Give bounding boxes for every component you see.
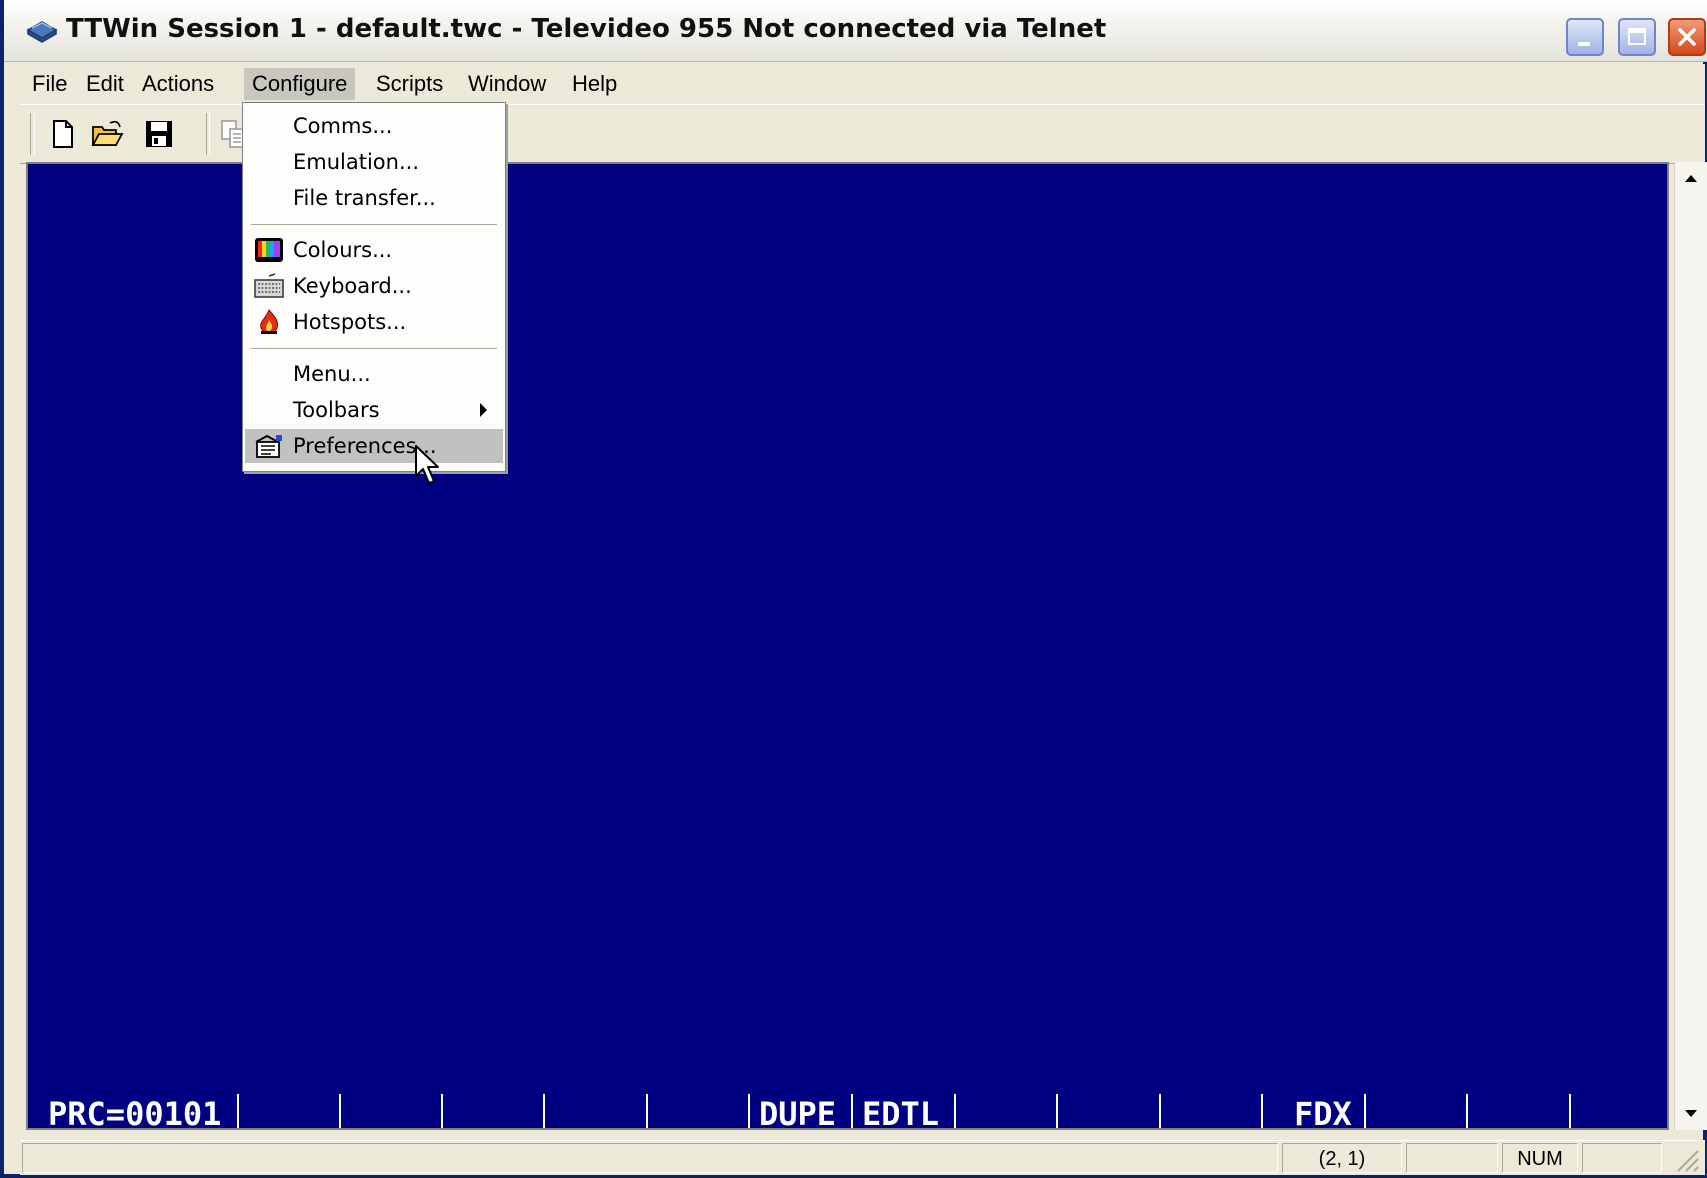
status-bar: (2, 1) NUM [20, 1140, 1705, 1175]
window-title: TTWin Session 1 - default.twc - Televide… [66, 14, 1107, 44]
open-folder-icon[interactable] [90, 117, 124, 151]
terminal-field-separator [748, 1094, 750, 1128]
terminal-field-separator [1364, 1094, 1366, 1128]
scroll-up-icon[interactable] [1675, 164, 1707, 194]
application-window: TTWin Session 1 - default.twc - Televide… [0, 0, 1707, 1178]
toolbar-separator [206, 113, 210, 155]
terminal-dupe-field: DUPE [759, 1095, 837, 1133]
keyboard-icon [254, 273, 284, 298]
mouse-pointer-icon [415, 445, 439, 484]
menu-separator [251, 224, 497, 226]
hotspots-icon [260, 309, 278, 334]
menu-item-toolbars[interactable]: Toolbars [245, 393, 503, 427]
title-bar[interactable]: TTWin Session 1 - default.twc - Televide… [4, 0, 1707, 62]
menu-item-menu[interactable]: Menu... [245, 357, 503, 391]
menu-item-preferences[interactable]: Preferences... [245, 429, 503, 463]
menu-item-file-transfer[interactable]: File transfer... [245, 181, 503, 215]
status-empty-panel [1582, 1143, 1662, 1173]
minimize-button[interactable] [1566, 18, 1604, 56]
colours-icon [255, 238, 283, 262]
menu-item-comms[interactable]: Comms... [245, 109, 503, 143]
terminal-field-separator [1569, 1094, 1571, 1128]
menu-actions[interactable]: Actions [138, 68, 218, 100]
vertical-scrollbar[interactable] [1674, 162, 1707, 1130]
terminal-field-separator [1159, 1094, 1161, 1128]
terminal-edtl-field: EDTL [862, 1095, 940, 1133]
menu-separator [251, 348, 497, 350]
terminal-field-separator [646, 1094, 648, 1128]
menu-window[interactable]: Window [464, 68, 550, 100]
terminal-field-separator [1261, 1094, 1263, 1128]
minimize-icon [1578, 42, 1590, 46]
scroll-down-icon[interactable] [1675, 1098, 1707, 1128]
close-button[interactable] [1668, 18, 1706, 56]
menu-file[interactable]: File [28, 68, 71, 100]
maximize-button[interactable] [1618, 18, 1656, 56]
status-empty-panel [1406, 1143, 1498, 1173]
submenu-arrow-icon [480, 403, 487, 417]
num-lock-indicator: NUM [1502, 1143, 1578, 1173]
save-icon[interactable] [142, 117, 176, 151]
menu-item-keyboard[interactable]: Keyboard... [245, 269, 503, 303]
menu-item-hotspots[interactable]: Hotspots... [245, 305, 503, 339]
preferences-icon [255, 434, 282, 458]
status-message-panel [22, 1143, 1278, 1173]
ttwin-app-icon [26, 21, 58, 43]
menu-edit[interactable]: Edit [82, 68, 128, 100]
terminal-field-separator [441, 1094, 443, 1128]
close-icon [1678, 28, 1696, 46]
terminal-field-separator [851, 1094, 853, 1128]
menu-configure[interactable]: Configure [244, 68, 356, 100]
new-file-icon[interactable] [46, 117, 80, 151]
menu-item-emulation[interactable]: Emulation... [245, 145, 503, 179]
menu-bar: File Edit Actions Configure Scripts Wind… [20, 64, 1705, 104]
terminal-field-separator [954, 1094, 956, 1128]
terminal-field-separator [543, 1094, 545, 1128]
terminal-field-separator [1056, 1094, 1058, 1128]
resize-grip-icon[interactable] [1672, 1145, 1700, 1173]
cursor-position-panel: (2, 1) [1282, 1143, 1402, 1173]
menu-item-colours[interactable]: Colours... [245, 233, 503, 267]
menu-scripts[interactable]: Scripts [372, 68, 447, 100]
terminal-prc-field: PRC=00101 [48, 1095, 222, 1133]
terminal-field-separator [237, 1094, 239, 1128]
toolbar-grip[interactable] [30, 113, 35, 155]
configure-menu: Comms... Emulation... File transfer... C… [242, 102, 506, 472]
maximize-icon [1628, 28, 1646, 45]
terminal-field-separator [339, 1094, 341, 1128]
menu-help[interactable]: Help [568, 68, 621, 100]
terminal-field-separator [1466, 1094, 1468, 1128]
terminal-fdx-field: FDX [1294, 1095, 1352, 1133]
